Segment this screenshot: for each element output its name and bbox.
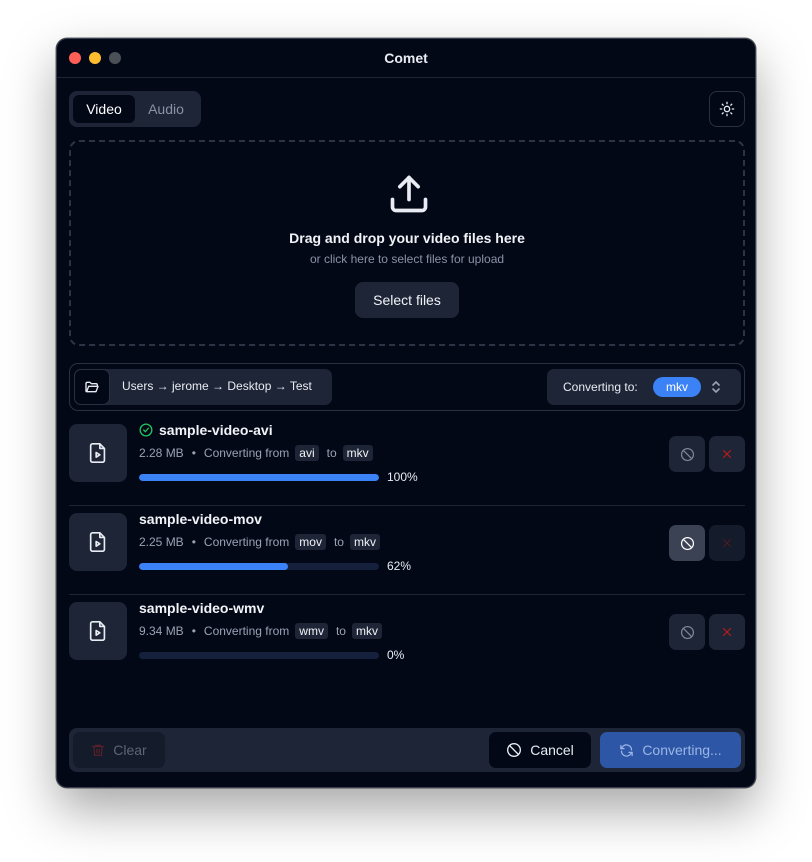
upload-icon [390,175,428,213]
converting-to-label: Converting to: [563,380,638,394]
progress-percent: 0% [387,648,405,662]
to-label: to [335,624,346,638]
output-path: Users → jerome → Desktop → Test [74,369,332,405]
choose-folder-button[interactable] [74,369,110,405]
file-thumbnail [69,602,127,660]
title-bar: Comet [57,39,755,78]
file-size: 9.34 MB [139,624,184,638]
theme-toggle-button[interactable] [709,91,745,127]
target-format-badge: mkv [351,623,382,639]
dropzone-subtitle: or click here to select files for upload [309,252,505,266]
cancel-file-button[interactable] [669,614,705,650]
select-files-button[interactable]: Select files [355,282,459,318]
remove-file-button[interactable] [709,614,745,650]
remove-file-button[interactable] [709,525,745,561]
file-name: sample-video-avi [159,422,273,438]
target-format-badge: mkv [342,445,373,461]
to-label: to [333,535,344,549]
trash-icon [92,744,105,756]
x-icon [722,627,732,637]
ban-icon [680,536,694,550]
progress-percent: 100% [387,470,418,484]
clear-button[interactable]: Clear [73,732,165,768]
file-row: sample-video-avi 2.28 MB • Converting fr… [69,418,745,506]
file-dropzone[interactable]: Drag and drop your video files here or c… [69,140,745,346]
x-icon [722,449,732,459]
progress-fill [139,563,288,570]
file-meta: 2.25 MB • Converting from mov to mkv [139,534,380,550]
clear-label: Clear [113,742,147,758]
video-file-icon [89,443,106,463]
remove-file-button[interactable] [709,436,745,472]
convert-label: Converting... [642,742,722,758]
cancel-file-button[interactable] [669,436,705,472]
progress-bar [139,563,379,570]
video-file-icon [89,621,106,641]
cancel-all-button[interactable]: Cancel [489,732,591,768]
x-icon [722,538,732,548]
file-thumbnail [69,424,127,482]
tab-video[interactable]: Video [73,95,135,123]
source-format-badge: mov [295,534,326,550]
output-bar: Users → jerome → Desktop → Test Converti… [69,363,745,411]
file-size: 2.28 MB [139,446,184,460]
format-select[interactable]: Converting to: mkv [547,369,741,405]
app-window: Comet Video Audio Drag and drop your vid… [56,38,756,788]
refresh-icon [620,743,634,757]
window-title: Comet [384,50,428,66]
target-format-badge: mkv [653,377,701,397]
cancel-label: Cancel [530,742,574,758]
action-footer: Clear Cancel Converting... [69,728,745,772]
meta-separator: • [191,446,196,460]
file-meta: 9.34 MB • Converting from wmv to mkv [139,623,382,639]
ban-icon [680,625,694,639]
file-name: sample-video-mov [139,511,262,527]
target-format-badge: mkv [349,534,380,550]
tab-audio[interactable]: Audio [135,95,197,123]
progress-bar [139,474,379,481]
progress-fill [139,474,379,481]
file-name: sample-video-wmv [139,600,265,616]
convert-button[interactable]: Converting... [600,732,741,768]
check-circle-icon [139,423,153,437]
converting-from-label: Converting from [203,624,290,638]
file-meta: 2.28 MB • Converting from avi to mkv [139,445,373,461]
source-format-badge: wmv [295,623,328,639]
to-label: to [326,446,337,460]
output-path-text: Users → jerome → Desktop → Test [122,379,312,393]
meta-separator: • [191,624,196,638]
progress-bar [139,652,379,659]
video-file-icon [89,532,106,552]
source-format-badge: avi [295,445,319,461]
sun-icon [719,101,735,117]
file-thumbnail [69,513,127,571]
dropzone-title: Drag and drop your video files here [289,230,525,246]
meta-separator: • [191,535,196,549]
chevrons-up-down-icon [712,381,720,393]
file-row: sample-video-wmv 9.34 MB • Converting fr… [69,596,745,684]
ban-icon [680,447,694,461]
cancel-file-button[interactable] [669,525,705,561]
folder-open-icon [85,381,99,393]
media-type-tabs: Video Audio [69,91,201,127]
file-row: sample-video-mov 2.25 MB • Converting fr… [69,507,745,595]
progress-percent: 62% [387,559,412,573]
converting-from-label: Converting from [203,446,290,460]
file-size: 2.25 MB [139,535,184,549]
converting-from-label: Converting from [203,535,290,549]
ban-icon [507,743,522,757]
